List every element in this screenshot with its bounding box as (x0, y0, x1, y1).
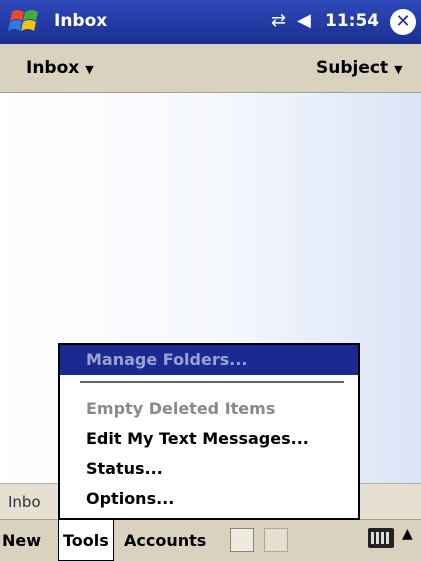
menu-item-manage-folders[interactable]: Manage Folders... (60, 345, 358, 375)
menu-item-empty-deleted[interactable]: Empty Deleted Items (60, 394, 358, 424)
folder-dropdown-label: Inbox (26, 58, 80, 78)
menu-separator (80, 381, 344, 383)
connectivity-icon[interactable]: ⇄ (271, 10, 286, 31)
send-receive-icon[interactable] (230, 528, 254, 552)
menu-item-status[interactable]: Status... (60, 454, 358, 484)
chevron-down-icon: ▼ (394, 63, 403, 76)
keyboard-icon[interactable] (368, 528, 394, 548)
tools-menu[interactable]: Tools (58, 520, 114, 561)
tools-popup-menu: Manage Folders... Empty Deleted Items Ed… (58, 343, 360, 520)
close-icon: ✕ (395, 11, 411, 32)
input-up-arrow-icon[interactable]: ▲ (402, 526, 413, 542)
chevron-down-icon: ▼ (85, 63, 94, 76)
sort-dropdown[interactable]: Subject ▼ (316, 58, 403, 78)
window-title: Inbox (54, 11, 108, 31)
title-bar: Inbox ⇄ ◀ 11:54 ✕ (0, 0, 421, 44)
header-bar: Inbox ▼ Subject ▼ (0, 44, 421, 93)
menu-bar: New Tools Accounts (0, 519, 421, 561)
menu-item-options[interactable]: Options... (60, 484, 358, 514)
close-button[interactable]: ✕ (390, 9, 416, 35)
status-text: Inbo (8, 493, 41, 511)
speaker-icon[interactable]: ◀ (297, 10, 311, 31)
folder-dropdown[interactable]: Inbox ▼ (26, 58, 94, 78)
sort-dropdown-label: Subject (316, 58, 389, 78)
menu-item-edit-text-messages[interactable]: Edit My Text Messages... (60, 424, 358, 454)
start-logo-icon[interactable] (8, 6, 42, 38)
clock[interactable]: 11:54 (325, 11, 379, 31)
accounts-menu[interactable]: Accounts (124, 520, 206, 561)
attachment-icon[interactable] (264, 528, 288, 552)
new-menu[interactable]: New (2, 520, 41, 561)
